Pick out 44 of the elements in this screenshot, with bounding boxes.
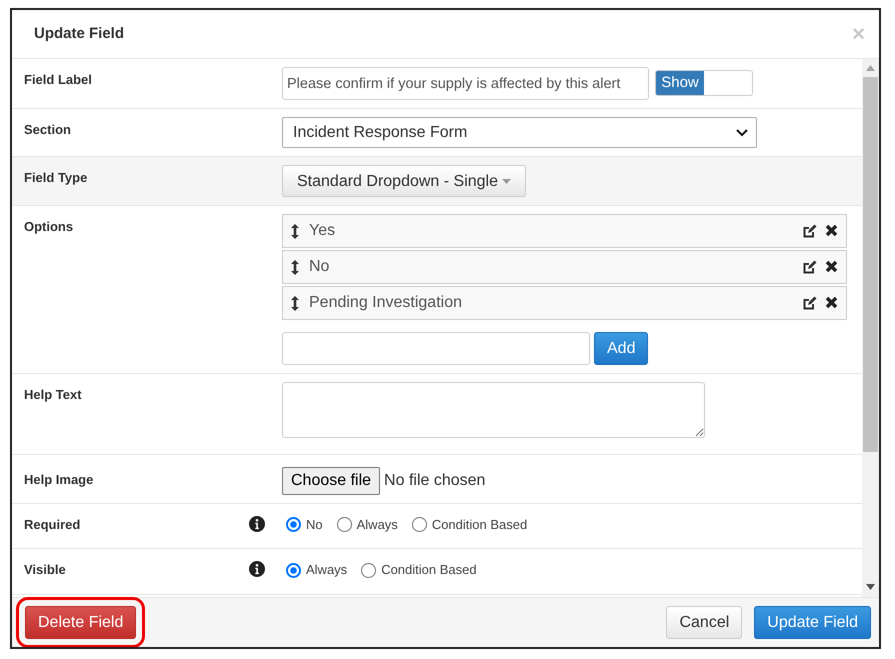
field-label: Field Type bbox=[23, 169, 88, 187]
scroll-down-icon[interactable] bbox=[866, 584, 875, 590]
add-button[interactable]: Add bbox=[594, 332, 648, 365]
option-text: No bbox=[309, 257, 330, 277]
option-text: Yes bbox=[309, 221, 336, 241]
scrollbar[interactable] bbox=[862, 59, 879, 597]
text-field[interactable]: Please confirm if your supply is affected by this alert bbox=[282, 67, 649, 100]
field-label: Required bbox=[23, 516, 82, 534]
radio-option[interactable]: Always bbox=[286, 557, 348, 580]
file-status: No file chosen bbox=[384, 472, 486, 489]
delete-icon[interactable] bbox=[825, 296, 838, 308]
field-label: Options bbox=[23, 218, 74, 236]
help-text-field[interactable] bbox=[282, 382, 705, 438]
option-item[interactable]: Pending Investigation bbox=[282, 286, 847, 320]
edit-icon[interactable] bbox=[802, 260, 817, 274]
new-option-field[interactable] bbox=[282, 332, 590, 365]
edit-icon[interactable] bbox=[802, 224, 817, 238]
option-item[interactable]: No bbox=[282, 250, 847, 284]
delete-icon[interactable] bbox=[825, 224, 838, 236]
field-label: Visible bbox=[23, 561, 67, 580]
chevron-down-icon bbox=[736, 128, 748, 136]
radio-option[interactable]: Always bbox=[336, 512, 398, 534]
delete-icon[interactable] bbox=[825, 260, 838, 272]
show-toggle[interactable]: Show bbox=[655, 70, 753, 96]
field-label: Help Text bbox=[23, 386, 83, 404]
field-type-dropdown[interactable]: Standard Dropdown - Single bbox=[282, 165, 526, 197]
update-field-button[interactable]: Update Field bbox=[754, 606, 871, 639]
dialog-title: Update Field bbox=[34, 24, 124, 44]
option-text: Pending Investigation bbox=[309, 293, 462, 313]
drag-handle-icon[interactable] bbox=[291, 224, 299, 238]
field-label: Field Label bbox=[23, 71, 93, 89]
edit-icon[interactable] bbox=[802, 296, 817, 310]
field-label: Section bbox=[23, 121, 72, 139]
field-label: Help Image bbox=[23, 471, 94, 489]
choose-file-button[interactable]: Choose file bbox=[282, 467, 380, 495]
option-item[interactable]: Yes bbox=[282, 214, 847, 248]
radio-option[interactable]: Condition Based bbox=[412, 512, 528, 534]
radio-option[interactable]: Condition Based bbox=[361, 557, 477, 580]
drag-handle-icon[interactable] bbox=[291, 260, 299, 274]
drag-handle-icon[interactable] bbox=[291, 296, 299, 310]
cancel-button[interactable]: Cancel bbox=[666, 606, 742, 639]
caret-icon bbox=[502, 179, 512, 184]
section-select[interactable]: Incident Response Form bbox=[282, 117, 757, 148]
radio-option[interactable]: No bbox=[286, 512, 323, 534]
